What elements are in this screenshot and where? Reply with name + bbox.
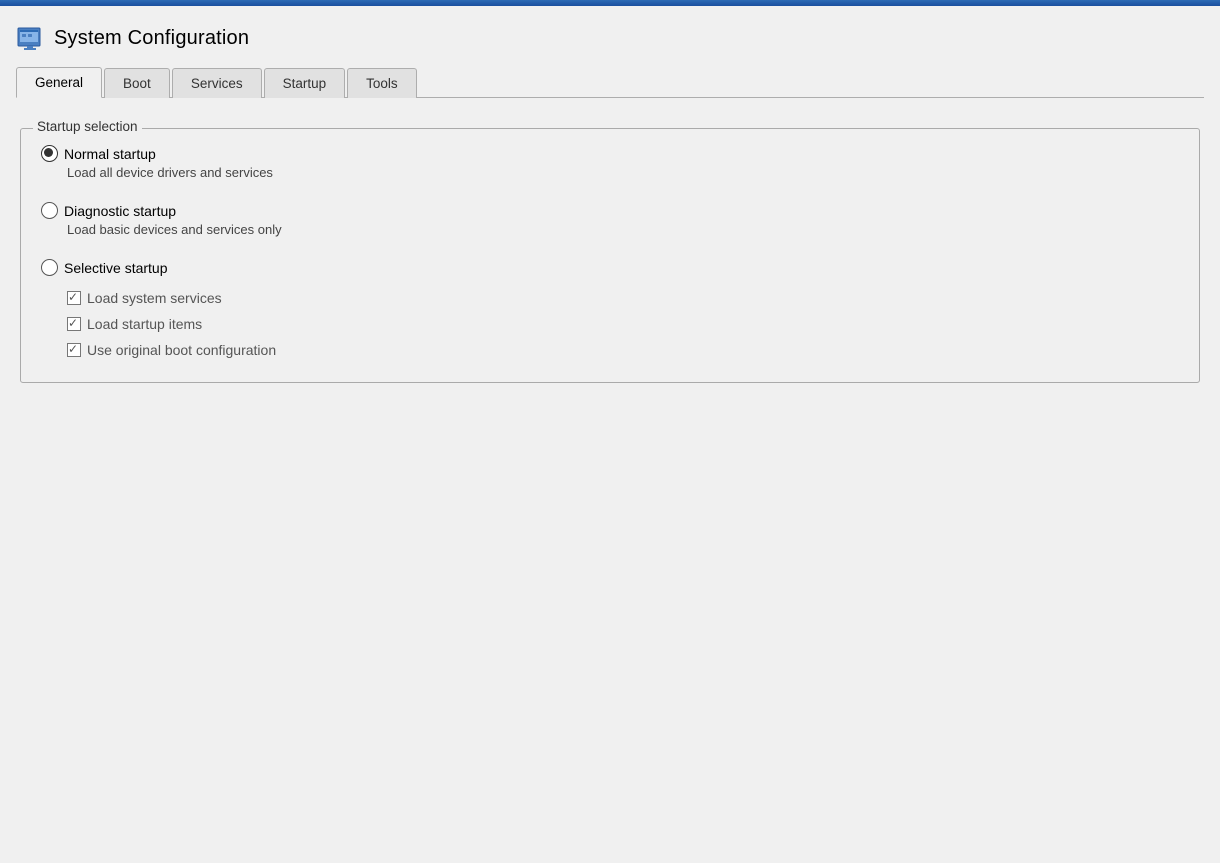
load-system-services-label[interactable]: Load system services xyxy=(67,290,1179,306)
use-original-boot-checkbox[interactable] xyxy=(67,343,81,357)
window-title: System Configuration xyxy=(54,27,249,50)
selective-startup-option: Selective startup Load system services L… xyxy=(41,259,1179,358)
diagnostic-startup-option: Diagnostic startup Load basic devices an… xyxy=(41,202,1179,237)
normal-startup-label[interactable]: Normal startup xyxy=(41,145,1179,162)
selective-startup-label[interactable]: Selective startup xyxy=(41,259,1179,276)
diagnostic-startup-description: Load basic devices and services only xyxy=(67,222,1179,237)
diagnostic-startup-label[interactable]: Diagnostic startup xyxy=(41,202,1179,219)
tab-boot[interactable]: Boot xyxy=(104,68,170,98)
window-chrome: System Configuration General Boot Servic… xyxy=(0,6,1220,98)
group-box-legend: Startup selection xyxy=(33,119,142,134)
normal-startup-description: Load all device drivers and services xyxy=(67,165,1179,180)
selective-sub-options: Load system services Load startup items … xyxy=(67,290,1179,358)
tab-services[interactable]: Services xyxy=(172,68,262,98)
diagnostic-startup-radio[interactable] xyxy=(41,202,58,219)
tab-bar: General Boot Services Startup Tools xyxy=(16,66,1204,98)
system-config-window: System Configuration General Boot Servic… xyxy=(0,0,1220,863)
content-area: Startup selection Normal startup Load al… xyxy=(0,98,1220,863)
startup-selection-group: Startup selection Normal startup Load al… xyxy=(20,128,1200,383)
title-row: System Configuration xyxy=(16,16,1204,64)
load-startup-items-label[interactable]: Load startup items xyxy=(67,316,1179,332)
tab-startup[interactable]: Startup xyxy=(264,68,346,98)
normal-startup-option: Normal startup Load all device drivers a… xyxy=(41,145,1179,180)
normal-startup-radio[interactable] xyxy=(41,145,58,162)
load-startup-items-checkbox[interactable] xyxy=(67,317,81,331)
load-system-services-checkbox[interactable] xyxy=(67,291,81,305)
tab-tools[interactable]: Tools xyxy=(347,68,417,98)
use-original-boot-label[interactable]: Use original boot configuration xyxy=(67,342,1179,358)
selective-startup-radio[interactable] xyxy=(41,259,58,276)
app-icon xyxy=(16,24,44,52)
tab-general[interactable]: General xyxy=(16,67,102,98)
